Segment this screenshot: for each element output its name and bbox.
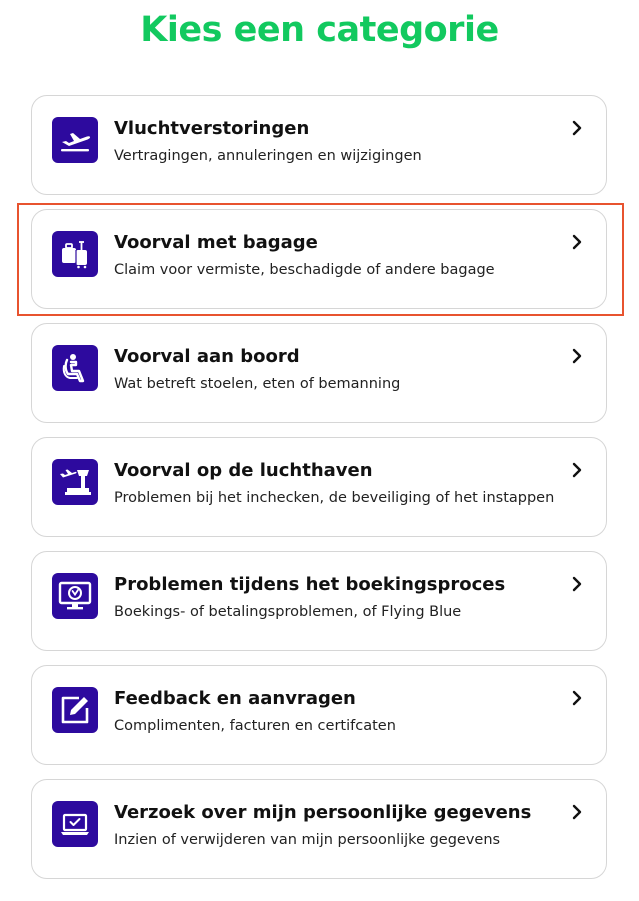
airplane-departure-icon <box>52 117 98 163</box>
category-subtitle: Wat betreft stoelen, eten of bemanning <box>114 376 401 392</box>
luggage-icon <box>52 231 98 277</box>
chevron-right-icon <box>572 234 582 250</box>
category-title: Verzoek over mijn persoonlijke gegevens <box>114 802 532 823</box>
category-card-personal-data[interactable]: Verzoek over mijn persoonlijke gegevens … <box>31 779 607 879</box>
category-card-flight-disruptions[interactable]: Vluchtverstoringen Vertragingen, annuler… <box>31 95 607 195</box>
monitor-booking-icon <box>52 573 98 619</box>
category-subtitle: Inzien of verwijderen van mijn persoonli… <box>114 832 501 848</box>
page-title: Kies een categorie <box>140 10 499 50</box>
category-subtitle: Boekings- of betalingsproblemen, of Flyi… <box>114 604 462 620</box>
category-card-booking[interactable]: Problemen tijdens het boekingsproces Boe… <box>31 551 607 651</box>
chevron-right-icon <box>572 462 582 478</box>
chevron-right-icon <box>572 690 582 706</box>
airport-tower-icon <box>52 459 98 505</box>
category-title: Problemen tijdens het boekingsproces <box>114 574 506 595</box>
category-subtitle: Complimenten, facturen en certifcaten <box>114 718 396 734</box>
chevron-right-icon <box>572 576 582 592</box>
category-subtitle: Problemen bij het inchecken, de beveilig… <box>114 490 555 506</box>
category-title: Feedback en aanvragen <box>114 688 356 709</box>
category-subtitle: Claim voor vermiste, beschadigde of ande… <box>114 262 495 278</box>
chevron-right-icon <box>572 804 582 820</box>
category-card-baggage[interactable]: Voorval met bagage Claim voor vermiste, … <box>31 209 607 309</box>
edit-form-icon <box>52 687 98 733</box>
category-title: Vluchtverstoringen <box>114 118 310 139</box>
laptop-personal-data-icon <box>52 801 98 847</box>
category-title: Voorval aan boord <box>114 346 300 367</box>
category-title: Voorval op de luchthaven <box>114 460 373 481</box>
category-title: Voorval met bagage <box>114 232 318 253</box>
category-card-on-board[interactable]: Voorval aan boord Wat betreft stoelen, e… <box>31 323 607 423</box>
category-subtitle: Vertragingen, annuleringen en wijziginge… <box>114 148 422 164</box>
category-card-feedback[interactable]: Feedback en aanvragen Complimenten, fact… <box>31 665 607 765</box>
passenger-seat-icon <box>52 345 98 391</box>
chevron-right-icon <box>572 120 582 136</box>
category-card-airport[interactable]: Voorval op de luchthaven Problemen bij h… <box>31 437 607 537</box>
chevron-right-icon <box>572 348 582 364</box>
